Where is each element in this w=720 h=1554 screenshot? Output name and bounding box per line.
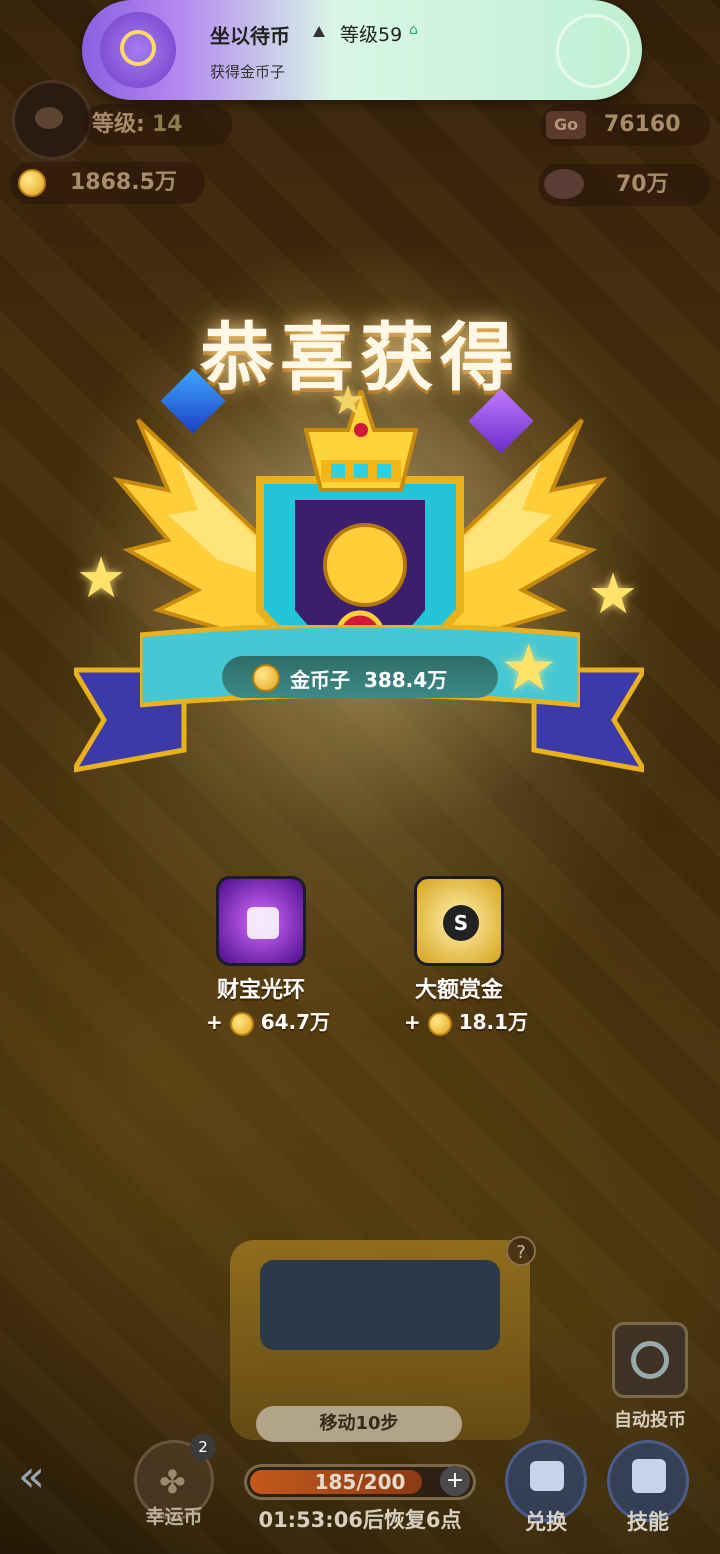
coin-balance-pill: 1868.5万 [10, 162, 205, 204]
auto-coin-button[interactable] [612, 1322, 688, 1398]
notification-subtitle: 获得金币子 [210, 63, 286, 81]
bonus-amount-treasure-aura: + 64.7万 [206, 1010, 331, 1036]
clover-icon: ✤ [159, 1463, 186, 1501]
bonus-name-treasure-aura: 财宝光环 [216, 978, 305, 1003]
house-icon: ⌂ [409, 22, 418, 38]
lucky-coin-label: 幸运币 [145, 1506, 203, 1528]
secondary-balance: 70万 [616, 172, 669, 197]
coin-icon [427, 1011, 452, 1036]
go-balance-pill: Go 76160 [540, 104, 710, 146]
bonus-name-bounty: 大额赏金 [414, 978, 503, 1003]
coin-icon [18, 169, 46, 197]
auto-coin-label: 自动投币 [614, 1410, 686, 1431]
compass-icon [556, 14, 630, 88]
notification-title: 坐以待币 [210, 24, 290, 48]
cloud-icon [544, 169, 584, 199]
secondary-balance-pill: 70万 [538, 164, 710, 206]
star-icon: ★ [76, 546, 127, 611]
level-label: 等级: [92, 112, 145, 137]
coin-icon [229, 1011, 254, 1036]
lucky-coin-count-badge: 2 [190, 1434, 216, 1460]
star-icon: ★ [588, 562, 639, 627]
go-icon: Go [546, 111, 586, 139]
skill-icon [632, 1459, 666, 1493]
avatar[interactable] [12, 80, 92, 160]
move-steps-button[interactable]: 移动10步 [256, 1406, 462, 1442]
exchange-label: 兑换 [525, 1510, 567, 1534]
bounty-icon: S [414, 876, 504, 966]
reward-item-name: 金币子 [290, 668, 350, 692]
exchange-icon [530, 1461, 564, 1491]
back-arrow-icon[interactable]: « [18, 1452, 68, 1502]
bonus-amount-bounty: + 18.1万 [404, 1010, 529, 1036]
level-pill: 等级: 14 [82, 104, 232, 146]
star-icon: ★ [330, 378, 366, 424]
treasure-aura-icon [216, 876, 306, 966]
machine-screen [260, 1260, 500, 1350]
energy-recovery-timer: 01:53:06后恢复6点 [258, 1508, 462, 1532]
coin-balance: 1868.5万 [70, 170, 177, 195]
level-value: 14 [152, 112, 183, 137]
add-energy-button[interactable]: + [440, 1466, 470, 1496]
skill-label: 技能 [627, 1510, 669, 1534]
coin-icon [252, 664, 280, 692]
star-icon: ★ [500, 632, 558, 706]
go-balance: 76160 [604, 112, 681, 137]
rank-up-icon [313, 26, 325, 37]
reward-item-amount: 388.4万 [363, 668, 448, 692]
notification-level: 等级59 [340, 24, 403, 46]
reward-amount: 金币子 388.4万 [290, 664, 447, 693]
help-button[interactable]: ? [506, 1236, 536, 1266]
achievement-badge-icon [100, 12, 176, 88]
